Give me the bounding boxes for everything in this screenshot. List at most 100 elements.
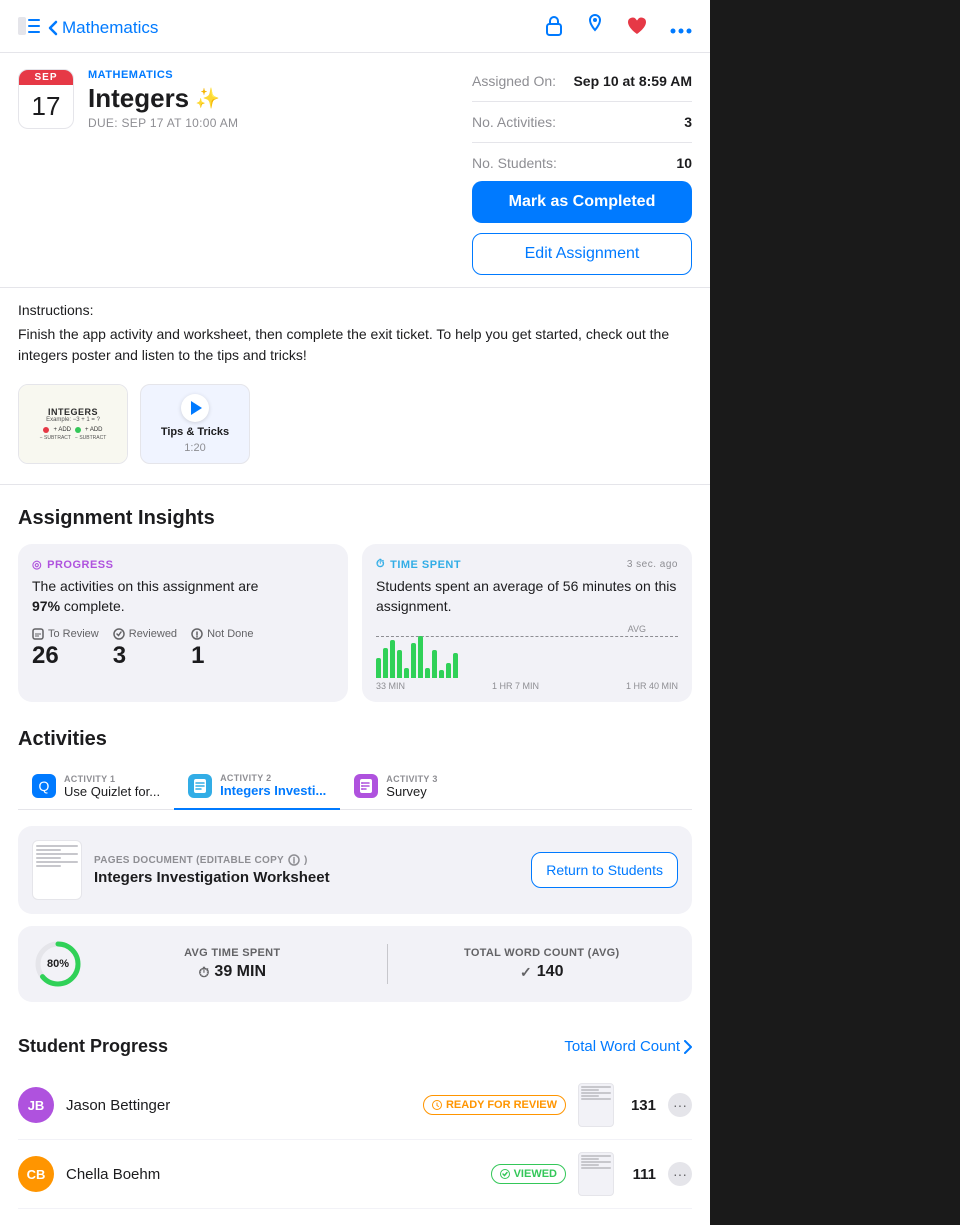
student-row-1: JB Jason Bettinger READY FOR REVIEW bbox=[18, 1071, 692, 1140]
doc-line-6 bbox=[36, 865, 61, 867]
doc-info: PAGES DOCUMENT (EDITABLE COPY ) Integers… bbox=[94, 854, 519, 886]
time-spent-badge: ⏱ TIME SPENT 3 sec. ago bbox=[376, 558, 678, 571]
student-2-count: 111 bbox=[626, 1166, 656, 1183]
doc-type: PAGES DOCUMENT (EDITABLE COPY ) bbox=[94, 854, 519, 866]
chart-labels: 33 MIN 1 HR 7 MIN 1 HR 40 MIN bbox=[376, 681, 678, 691]
clock-badge-icon: ⏱ bbox=[376, 558, 385, 571]
right-meta: Assigned On: Sep 10 at 8:59 AM No. Activ… bbox=[472, 69, 692, 275]
student-row-2: CB Chella Boehm VIEWED 111 bbox=[18, 1140, 692, 1209]
student-2-thumb[interactable] bbox=[578, 1152, 614, 1196]
header-section: SEP 17 MATHEMATICS Integers ✨ DUE: SEP 1… bbox=[0, 53, 710, 288]
section-divider bbox=[0, 484, 710, 485]
avg-time-clock-icon: ⏱ bbox=[199, 964, 210, 981]
student-progress-header: Student Progress Total Word Count bbox=[18, 1036, 692, 1057]
no-students-row: No. Students: 10 bbox=[472, 155, 692, 171]
cal-month: SEP bbox=[19, 70, 73, 85]
document-card: PAGES DOCUMENT (EDITABLE COPY ) Integers… bbox=[18, 826, 692, 914]
pin-icon[interactable] bbox=[586, 14, 604, 42]
progress-circle-icon: ◎ bbox=[32, 558, 42, 571]
instructions-label: Instructions: bbox=[18, 302, 692, 318]
progress-text: The activities on this assignment are 97… bbox=[32, 577, 334, 616]
right-panel bbox=[710, 0, 960, 1225]
assignment-title: Integers ✨ bbox=[88, 83, 456, 114]
integers-poster-card[interactable]: INTEGERS Example: −3 + 1 = ? + ADD + ADD… bbox=[18, 384, 128, 464]
nav-icons bbox=[544, 14, 692, 42]
student-2-avatar: CB bbox=[18, 1156, 54, 1192]
bar-12 bbox=[453, 653, 458, 678]
progress-badge: ◎ PROGRESS bbox=[32, 558, 334, 571]
sparkle-icon: ✨ bbox=[195, 86, 220, 111]
top-nav: Mathematics bbox=[0, 0, 710, 53]
to-review-stat: To Review 26 bbox=[32, 628, 99, 670]
student-1-name: Jason Bettinger bbox=[66, 1097, 411, 1114]
tips-duration: 1:20 bbox=[184, 442, 205, 454]
cal-day: 17 bbox=[19, 85, 73, 128]
student-2-name: Chella Boehm bbox=[66, 1166, 479, 1183]
more-icon[interactable] bbox=[670, 17, 692, 40]
student-1-status: READY FOR REVIEW bbox=[423, 1095, 566, 1115]
doc-line-2 bbox=[36, 849, 61, 851]
insights-section: Assignment Insights ◎ PROGRESS The activ… bbox=[0, 489, 710, 712]
insights-title: Assignment Insights bbox=[18, 507, 692, 530]
student-1-more-button[interactable]: ··· bbox=[668, 1093, 692, 1117]
student-2-status: VIEWED bbox=[491, 1164, 566, 1184]
bar-2 bbox=[383, 648, 388, 678]
tab-activity-1[interactable]: Q ACTIVITY 1 Use Quizlet for... bbox=[18, 765, 174, 809]
doc-line-4 bbox=[36, 857, 61, 859]
play-triangle-icon bbox=[191, 401, 202, 415]
activity-3-icon bbox=[354, 774, 378, 798]
student-2-more-button[interactable]: ··· bbox=[668, 1162, 692, 1186]
bar-4 bbox=[397, 650, 402, 678]
chart-bars bbox=[376, 628, 678, 678]
calendar-badge: SEP 17 bbox=[18, 69, 74, 129]
return-to-students-button[interactable]: Return to Students bbox=[531, 852, 678, 888]
student-1-avatar: JB bbox=[18, 1087, 54, 1123]
lock-icon[interactable] bbox=[544, 14, 564, 42]
tab-activity-3[interactable]: ACTIVITY 3 Survey bbox=[340, 765, 460, 809]
attachments-row: INTEGERS Example: −3 + 1 = ? + ADD + ADD… bbox=[0, 376, 710, 480]
doc-name: Integers Investigation Worksheet bbox=[94, 869, 519, 886]
sidebar-icon[interactable] bbox=[18, 17, 40, 40]
activity-tabs: Q ACTIVITY 1 Use Quizlet for... ACT bbox=[18, 765, 692, 810]
activity-1-icon: Q bbox=[32, 774, 56, 798]
heart-icon[interactable] bbox=[626, 15, 648, 41]
integers-poster-image: INTEGERS Example: −3 + 1 = ? + ADD + ADD… bbox=[19, 385, 127, 463]
mark-completed-button[interactable]: Mark as Completed bbox=[472, 181, 692, 223]
student-progress-section: Student Progress Total Word Count JB Jas… bbox=[0, 1026, 710, 1225]
student-progress-title: Student Progress bbox=[18, 1036, 168, 1057]
student-1-thumb[interactable] bbox=[578, 1083, 614, 1127]
reviewed-stat: Reviewed 3 bbox=[113, 628, 177, 670]
progress-percent-label: 80% bbox=[47, 958, 69, 970]
progress-circle: 80% bbox=[34, 940, 82, 988]
edit-assignment-button[interactable]: Edit Assignment bbox=[472, 233, 692, 275]
doc-line-5 bbox=[36, 861, 78, 863]
play-button[interactable] bbox=[181, 394, 209, 422]
doc-line-1 bbox=[36, 845, 78, 847]
header-info: MATHEMATICS Integers ✨ DUE: SEP 17 AT 10… bbox=[88, 69, 456, 130]
tips-tricks-label: Tips & Tricks bbox=[161, 426, 229, 438]
back-button[interactable]: Mathematics bbox=[48, 18, 158, 38]
bar-11 bbox=[446, 663, 451, 678]
stats-divider bbox=[387, 944, 388, 984]
tips-tricks-card[interactable]: Tips & Tricks 1:20 bbox=[140, 384, 250, 464]
activity-2-icon bbox=[188, 774, 212, 798]
bar-8 bbox=[425, 668, 430, 678]
word-count-block: TOTAL WORD COUNT (AVG) ✓ 140 bbox=[408, 947, 677, 981]
no-activities-row: No. Activities: 3 bbox=[472, 114, 692, 130]
doc-thumbnail bbox=[32, 840, 82, 900]
assigned-on-row: Assigned On: Sep 10 at 8:59 AM bbox=[472, 73, 692, 89]
due-date: DUE: SEP 17 AT 10:00 AM bbox=[88, 116, 456, 130]
activities-section: Activities Q ACTIVITY 1 Use Quizlet for.… bbox=[0, 712, 710, 1026]
stats-row: 80% AVG TIME SPENT ⏱ 39 MIN TOTAL WORD C… bbox=[18, 926, 692, 1002]
time-spent-card: ⏱ TIME SPENT 3 sec. ago Students spent a… bbox=[362, 544, 692, 702]
tab-activity-2[interactable]: ACTIVITY 2 Integers Investi... bbox=[174, 765, 340, 810]
instructions-section: Instructions: Finish the app activity an… bbox=[0, 288, 710, 376]
bar-3 bbox=[390, 640, 395, 678]
insights-cards: ◎ PROGRESS The activities on this assign… bbox=[18, 544, 692, 702]
bar-10 bbox=[439, 670, 444, 678]
bar-6 bbox=[411, 643, 416, 678]
total-word-count-link[interactable]: Total Word Count bbox=[564, 1038, 692, 1055]
activities-title: Activities bbox=[18, 728, 692, 751]
bar-1 bbox=[376, 658, 381, 678]
time-spent-text: Students spent an average of 56 minutes … bbox=[376, 577, 678, 616]
